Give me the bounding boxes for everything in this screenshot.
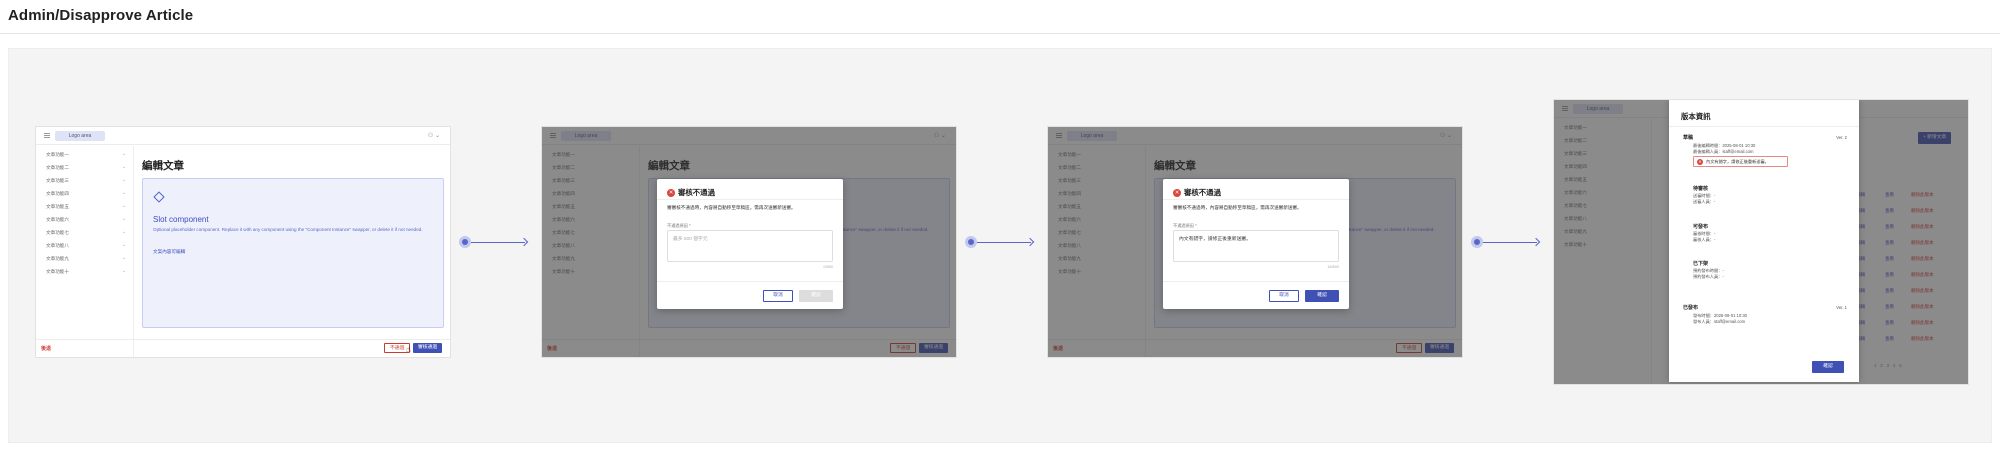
reason-label: 不通過原因 * xyxy=(1173,223,1197,228)
user-icon[interactable]: ⚇ ⌄ xyxy=(428,132,440,139)
slot-title: Slot component xyxy=(153,215,209,224)
flow-canvas: Logo area ⚇ ⌄ 文章功能一 ⌄ 文章功能二 ⌄ 文章功能三 ⌄ 文章功能四… xyxy=(8,48,1992,443)
error-icon: ✕ xyxy=(1697,158,1703,165)
back-button[interactable]: 後退 xyxy=(41,345,51,352)
version-number: Ver. 2 xyxy=(1836,135,1847,140)
version-status: 已下架 xyxy=(1693,261,1709,267)
screen-reject-modal-filled: Logo area⚇ ⌄ 文章功能一 文章功能二 文章功能三 文章功能四 文章功… xyxy=(1047,126,1463,358)
version-info-panel: 版本資訊 草稿 Ver. 2 最後編輯時間：2025-08-01 10:30 最… xyxy=(1669,100,1859,382)
version-status: 可發布 xyxy=(1693,224,1709,230)
chevron-down-icon: ⌄ xyxy=(121,164,126,170)
reject-modal: ✕ 審核不通過 審審核不通過時，內容將自動移至草稿區，需再次送審新送審。 不通過原… xyxy=(1163,179,1349,309)
sidebar-item[interactable]: 文章功能六 ⌄ xyxy=(46,215,126,224)
version-status: 已發布 xyxy=(1683,305,1699,311)
panel-title: 版本資訊 xyxy=(1681,112,1711,121)
sidebar-item[interactable]: 文章功能十 ⌄ xyxy=(46,267,126,276)
screen-reject-modal-empty: Logo area⚇ ⌄ 文章功能一 文章功能二 文章功能三 文章功能四 文章功… xyxy=(541,126,957,358)
slot-component: Slot component Optional placeholder comp… xyxy=(142,178,444,328)
footer-bar: 後退 不通過 審核通過 ☝ xyxy=(36,339,450,357)
error-icon: ✕ xyxy=(1173,189,1181,197)
header-divider xyxy=(0,33,2000,34)
sidebar-item[interactable]: 文章功能一 ⌄ xyxy=(46,150,126,159)
reason-textarea[interactable]: 最多 500 個字元 xyxy=(667,230,833,262)
chevron-down-icon: ⌄ xyxy=(121,216,126,222)
sidebar-item[interactable]: 文章功能八 ⌄ xyxy=(46,241,126,250)
reject-modal: ✕ 審核不通過 審審核不通過時，內容將自動移至草稿區，需再次送審新送審。 不通過原… xyxy=(657,179,843,309)
reject-reason: ✕ 內文有錯字，請修正後重新送審。 xyxy=(1693,156,1788,167)
diamond-icon xyxy=(153,191,165,203)
sidebar: 文章功能一 ⌄ 文章功能二 ⌄ 文章功能三 ⌄ 文章功能四 ⌄ 文章功能五 ⌄ 文章功能六… xyxy=(36,146,134,357)
menu-icon[interactable] xyxy=(44,133,50,138)
screen-version-info: Logo area 文章功能一 文章功能二 文章功能三 文章功能四 文章功能五 … xyxy=(1553,99,1969,385)
flow-arrow xyxy=(1471,235,1541,249)
sidebar-item[interactable]: 文章功能五 ⌄ xyxy=(46,202,126,211)
char-count: 16/500 xyxy=(1327,265,1339,269)
sidebar-item[interactable]: 文章功能九 ⌄ xyxy=(46,254,126,263)
chevron-down-icon: ⌄ xyxy=(121,229,126,235)
cursor-icon: ☝ xyxy=(406,345,411,354)
sidebar-item[interactable]: 文章功能二 ⌄ xyxy=(46,163,126,172)
page-title: Admin/Disapprove Article xyxy=(8,7,194,24)
reason-label: 不通過原因 * xyxy=(667,223,691,228)
char-count: 0/500 xyxy=(823,265,833,269)
chevron-down-icon: ⌄ xyxy=(121,255,126,261)
version-person: 預約發布人員：- xyxy=(1693,274,1724,279)
version-status: 待審核 xyxy=(1693,186,1709,192)
version-person: 發布人員：staff@email.com xyxy=(1693,319,1746,324)
sidebar-item[interactable]: 文章功能七 ⌄ xyxy=(46,228,126,237)
chevron-down-icon: ⌄ xyxy=(121,177,126,183)
screen-edit-article: Logo area ⚇ ⌄ 文章功能一 ⌄ 文章功能二 ⌄ 文章功能三 ⌄ 文章功能四… xyxy=(35,126,451,358)
slot-description: Optional placeholder component. Replace … xyxy=(153,227,423,232)
slot-link[interactable]: 文案內容可編輯 xyxy=(153,249,185,255)
modal-body: 審審核不通過時，內容將自動移至草稿區，需再次送審新送審。 xyxy=(1173,205,1302,210)
confirm-button[interactable]: 確認 xyxy=(1305,290,1339,302)
cancel-button[interactable]: 取消 xyxy=(1269,290,1299,302)
top-bar: Logo area ⚇ ⌄ xyxy=(36,127,450,145)
approve-button[interactable]: 審核通過 xyxy=(413,343,443,353)
page-heading: 編輯文章 xyxy=(142,160,184,172)
version-person: 審核人員：- xyxy=(1693,237,1716,242)
main-content: 編輯文章 Slot component Optional placeholder… xyxy=(134,146,450,357)
modal-body: 審審核不通過時，內容將自動移至草稿區，需再次送審新送審。 xyxy=(667,205,796,210)
sidebar-item[interactable]: 文章功能三 ⌄ xyxy=(46,176,126,185)
modal-title: ✕ 審核不通過 xyxy=(667,188,715,197)
sidebar-item[interactable]: 文章功能四 ⌄ xyxy=(46,189,126,198)
version-person: 最後編輯人員：staff@email.com xyxy=(1693,149,1754,154)
confirm-button[interactable]: 確認 xyxy=(799,290,833,302)
chevron-down-icon: ⌄ xyxy=(121,268,126,274)
logo: Logo area xyxy=(55,131,105,141)
chevron-down-icon: ⌄ xyxy=(121,203,126,209)
cancel-button[interactable]: 取消 xyxy=(763,290,793,302)
reason-textarea[interactable]: 內文有錯字，請修正後重新送審。 xyxy=(1173,230,1339,262)
chevron-down-icon: ⌄ xyxy=(121,242,126,248)
chevron-down-icon: ⌄ xyxy=(121,190,126,196)
flow-arrow xyxy=(965,235,1035,249)
version-number: Ver. 1 xyxy=(1836,305,1847,310)
modal-title: ✕ 審核不通過 xyxy=(1173,188,1221,197)
error-icon: ✕ xyxy=(667,189,675,197)
chevron-down-icon: ⌄ xyxy=(121,151,126,157)
confirm-button[interactable]: 確認 xyxy=(1812,361,1844,373)
version-status: 草稿 xyxy=(1683,135,1694,141)
version-person: 送審人員：- xyxy=(1693,199,1716,204)
flow-arrow xyxy=(459,235,529,249)
